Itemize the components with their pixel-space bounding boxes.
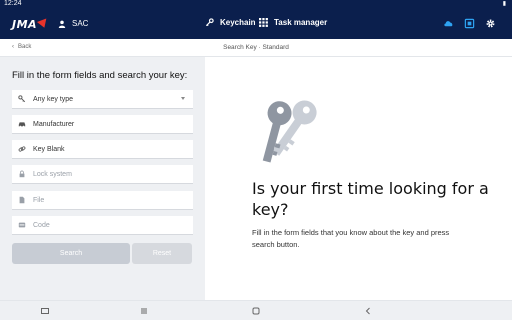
file-placeholder: File xyxy=(33,196,45,204)
status-icons: ▮ xyxy=(502,1,506,7)
car-icon xyxy=(18,122,26,128)
reset-button[interactable]: Reset xyxy=(132,243,192,264)
user-icon xyxy=(58,20,66,28)
system-nav-bar xyxy=(0,300,512,320)
back-nav-icon[interactable] xyxy=(363,306,373,316)
file-field[interactable]: File xyxy=(12,191,193,210)
empty-state-description: Fill in the form fields that you know ab… xyxy=(252,228,450,249)
screenshot-icon[interactable] xyxy=(40,306,50,316)
search-form-panel: Fill in the form fields and search your … xyxy=(0,57,205,300)
key-type-select[interactable]: Any key type xyxy=(12,90,193,109)
lock-system-placeholder: Lock system xyxy=(33,170,72,178)
status-bar: 12:24 ▮ xyxy=(0,0,512,8)
sub-header: ‹ Back Search Key · Standard xyxy=(0,39,512,57)
nav-task-manager[interactable]: Task manager xyxy=(259,18,327,27)
manufacturer-placeholder: Manufacturer xyxy=(33,120,75,128)
top-actions xyxy=(443,18,496,29)
lock-system-field[interactable]: Lock system xyxy=(12,165,193,184)
form-title: Fill in the form fields and search your … xyxy=(12,70,188,81)
chevron-down-icon xyxy=(181,97,185,100)
nav-keychain[interactable]: Keychain xyxy=(205,18,256,27)
window-icon[interactable] xyxy=(464,18,475,29)
grid-icon xyxy=(259,18,268,27)
key-icon xyxy=(18,95,26,103)
gear-icon[interactable] xyxy=(485,18,496,29)
logo-mark-icon xyxy=(36,18,50,30)
code-icon xyxy=(18,222,26,228)
manufacturer-field[interactable]: Manufacturer xyxy=(12,115,193,134)
nav-keychain-label: Keychain xyxy=(220,18,256,27)
search-button[interactable]: Search xyxy=(12,243,130,264)
status-time: 12:24 xyxy=(4,0,22,7)
code-field[interactable]: Code xyxy=(12,216,193,235)
link-icon xyxy=(18,146,26,152)
logo-text: JMA xyxy=(12,17,38,31)
key-type-value: Any key type xyxy=(33,95,74,103)
top-bar: JMA SAC Keychain Task manager xyxy=(0,8,512,39)
nav-task-manager-label: Task manager xyxy=(274,18,328,27)
cloud-icon[interactable] xyxy=(443,18,454,29)
recents-icon[interactable] xyxy=(139,306,149,316)
code-placeholder: Code xyxy=(33,221,50,229)
key-blank-placeholder: Key Blank xyxy=(33,145,65,153)
jma-logo[interactable]: JMA xyxy=(12,17,50,31)
user-menu[interactable]: SAC xyxy=(58,19,88,28)
file-icon xyxy=(19,196,25,204)
home-icon[interactable] xyxy=(251,306,261,316)
user-label: SAC xyxy=(72,19,89,28)
info-panel: Is your first time looking for a key? Fi… xyxy=(205,57,512,300)
page-title: Search Key · Standard xyxy=(223,44,289,51)
keychain-icon xyxy=(205,18,214,27)
empty-state-headline: Is your first time looking for a key? xyxy=(252,179,489,219)
keys-illustration-icon xyxy=(262,100,317,163)
key-blank-field[interactable]: Key Blank xyxy=(12,140,193,159)
lock-icon xyxy=(19,170,25,178)
